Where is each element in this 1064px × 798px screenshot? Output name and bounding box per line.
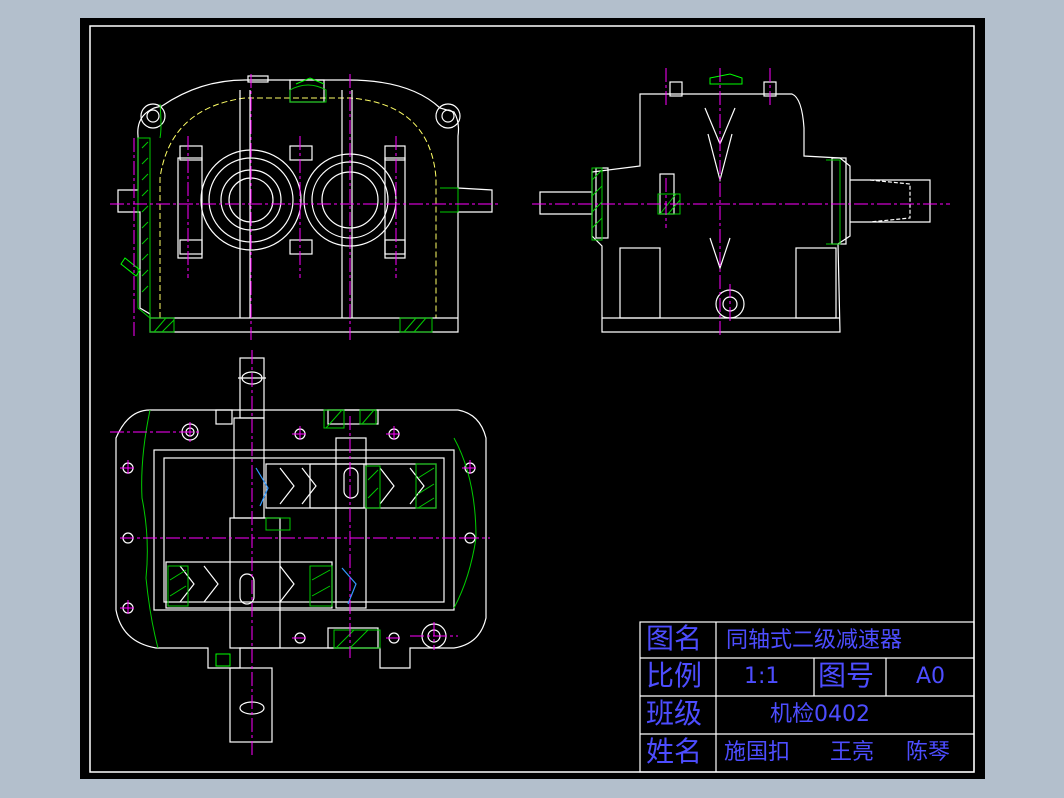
side-view-hatching [591,73,841,245]
student-name-2: 王亮 [830,740,875,765]
title-value-scale: 1:1 [744,664,780,689]
top-view-blue-section [255,467,357,605]
front-view-hatching [120,77,459,333]
student-name-3: 陈琴 [906,740,951,765]
student-name-1: 施国扣 [724,740,791,765]
title-label-student: 姓名 [646,735,703,768]
title-value-drawing-no: A0 [916,664,946,689]
title-label-scale: 比例 [646,659,703,692]
top-view-centerlines [110,350,490,758]
top-view [115,357,487,743]
side-view [539,81,931,333]
side-view-centerlines [532,68,950,338]
title-label-drawing-no: 图号 [818,659,875,692]
title-label-class: 班级 [646,697,703,730]
title-value-class: 机检0402 [770,702,870,727]
title-label-name: 图名 [646,622,703,655]
cad-drawing-canvas[interactable]: 图名 同轴式二级减速器 比例 1:1 图号 A0 班级 机检0402 姓名 施国… [80,18,985,779]
title-value-name: 同轴式二级减速器 [726,628,903,653]
